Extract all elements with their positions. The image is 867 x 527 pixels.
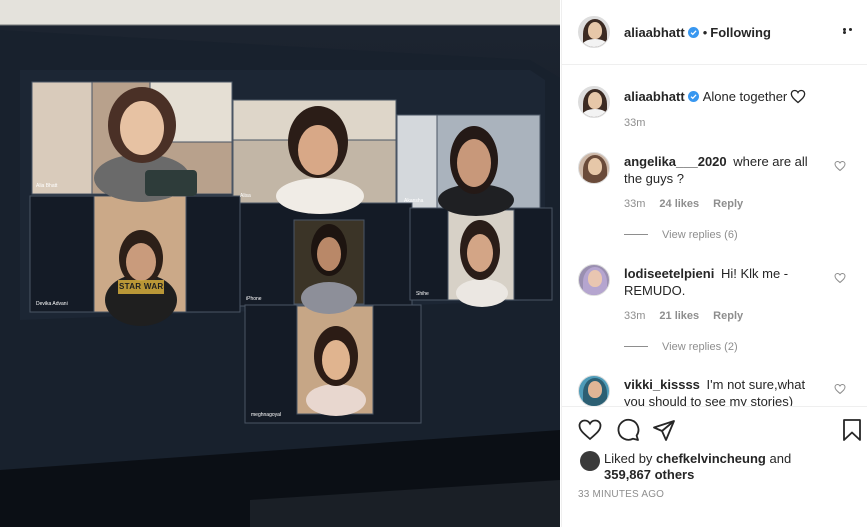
divider-line [624, 346, 648, 347]
comment-username[interactable]: vikki_kissss [624, 377, 700, 392]
following-button[interactable]: Following [710, 25, 771, 40]
comment-likes[interactable]: 24 likes [659, 198, 699, 210]
heart-icon[interactable] [578, 418, 602, 442]
likes-count[interactable]: 359,867 others [604, 467, 694, 482]
reply-button[interactable]: Reply [713, 310, 743, 322]
divider-line [624, 234, 648, 235]
heart-emoji-icon [790, 89, 806, 104]
comment-username[interactable]: angelika___2020 [624, 154, 727, 169]
comment-heart-icon[interactable] [834, 272, 846, 284]
post-timestamp[interactable]: 33 MINUTES AGO [578, 489, 664, 500]
comments-list[interactable]: aliaabhatt Alone together 33m angelika___… [562, 66, 867, 406]
view-replies-label: View replies (6) [662, 229, 738, 241]
caption-time: 33m [624, 117, 646, 129]
comment-time: 33m [624, 198, 646, 210]
zoom-call-photo [0, 0, 560, 527]
separator-dot: • [702, 25, 708, 40]
comment-avatar[interactable] [578, 264, 610, 296]
view-replies-button[interactable]: View replies (6) [624, 229, 738, 241]
tile-label-4: Devika Advani [36, 301, 68, 307]
comment-heart-icon[interactable] [834, 160, 846, 172]
view-replies-button[interactable]: View replies (2) [624, 341, 738, 353]
liked-by-prefix: Liked by [604, 451, 653, 466]
comment-time: 33m [624, 310, 646, 322]
caption-avatar[interactable] [578, 86, 610, 118]
comment-likes[interactable]: 21 likes [659, 310, 699, 322]
more-options-icon[interactable] [843, 28, 859, 34]
view-replies-label: View replies (2) [662, 341, 738, 353]
liker-avatar[interactable] [580, 451, 600, 471]
post-photo[interactable]: Alia Bhatt Alisa Akansha Devika Advani i… [0, 0, 560, 527]
reply-button[interactable]: Reply [713, 198, 743, 210]
tile-label-6: Shihe [416, 291, 429, 297]
post-sidebar: aliaabhatt • Following aliaabhatt Alone tog… [561, 0, 867, 527]
bookmark-icon[interactable] [840, 418, 864, 442]
comment: lodiseetelpieni Hi! Klk me - REMUDO. [624, 265, 824, 299]
comment-meta: 33m 24 likes Reply [624, 198, 757, 210]
author-info: aliaabhatt • Following [624, 25, 771, 40]
liked-by: Liked by chefkelvincheung and 359,867 ot… [604, 451, 791, 483]
comment-username[interactable]: lodiseetelpieni [624, 266, 714, 281]
comment-heart-icon[interactable] [834, 383, 846, 395]
tile-label-1: Alia Bhatt [36, 183, 58, 189]
post-header: aliaabhatt • Following [562, 0, 867, 65]
comment: angelika___2020 where are all the guys ? [624, 153, 824, 187]
comment-meta: 33m 21 likes Reply [624, 310, 757, 322]
verified-badge-icon [687, 91, 699, 102]
tile-label-7: meghnagoyal [251, 412, 282, 418]
liked-by-and: and [769, 451, 792, 466]
comment-avatar[interactable] [578, 152, 610, 184]
caption-text: Alone together [702, 89, 788, 104]
caption-username[interactable]: aliaabhatt [624, 89, 685, 104]
author-avatar[interactable] [578, 16, 610, 48]
comment-avatar[interactable] [578, 375, 610, 406]
tile-label-2: Alisa [240, 193, 251, 199]
tile-label-5: iPhone [246, 296, 262, 302]
comment: vikki_kissss I'm not sure,what you shoul… [624, 376, 824, 406]
comment-icon[interactable] [616, 418, 640, 442]
caption: aliaabhatt Alone together [624, 89, 806, 104]
tile-label-3: Akansha [404, 198, 424, 204]
verified-badge-icon [687, 27, 699, 38]
share-icon[interactable] [652, 418, 676, 442]
post-actions: Liked by chefkelvincheung and 359,867 ot… [562, 406, 867, 527]
shirt-print: STAR WARS [119, 282, 170, 291]
author-username[interactable]: aliaabhatt [624, 25, 685, 40]
liker-username[interactable]: chefkelvincheung [656, 451, 766, 466]
